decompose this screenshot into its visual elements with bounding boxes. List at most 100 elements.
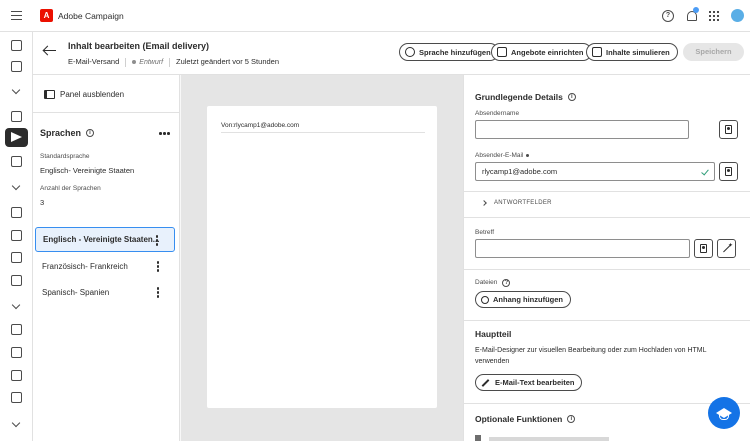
subject-label: Betreff [475,229,495,236]
personalize-button[interactable] [719,162,738,181]
add-attachment-button[interactable]: Anhang hinzufügen [475,291,571,308]
sender-name-input[interactable] [475,120,689,139]
personalize-button[interactable] [694,239,713,258]
inbox-icon[interactable] [9,368,24,383]
top-bar: A Adobe Campaign ? [0,0,750,32]
divider [464,217,750,218]
default-language-label: Standardsprache [40,153,90,160]
workflow-icon[interactable] [9,154,24,169]
personalize-icon [725,167,732,176]
status-badge: Entwurf [139,59,164,66]
page-header: Inhalt bearbeiten (Email delivery) E-Mai… [33,32,750,75]
default-language-value: Englisch- Vereinigte Staaten [40,166,135,175]
bell-icon[interactable] [685,7,699,22]
main-description: E-Mail-Designer zur visuellen Bearbeitun… [475,347,707,365]
rule-icon[interactable] [9,390,24,405]
adobe-logo-icon: A [40,9,53,22]
chevron-right-icon [481,200,487,206]
properties-panel: Grundlegende Details i Absendername Absen… [463,75,750,441]
pencil-icon [481,378,490,387]
info-icon[interactable]: i [567,93,576,101]
chevron-down-icon[interactable] [11,181,21,191]
template-icon[interactable] [9,228,24,243]
chart-icon[interactable] [9,250,24,265]
more-vertical-icon[interactable] [156,261,159,272]
learn-button[interactable] [708,397,740,429]
divider [221,132,425,133]
shield-icon[interactable] [9,273,24,288]
language-count-value: 3 [40,198,45,207]
page-subtitle: E-Mail-Versand Entwurf Zuletzt geändert vo… [68,57,279,67]
divider [464,320,750,321]
status-dot [132,60,137,65]
files-label: Dateien? [475,279,511,287]
offer-icon [497,47,507,57]
notification-dot [693,7,699,13]
last-modified: Zuletzt geändert vor 5 Stunden [176,57,279,66]
send-icon[interactable] [5,128,28,147]
chevron-down-icon[interactable] [11,300,21,310]
simulate-button[interactable]: Inhalte simulieren [586,43,678,61]
globe-icon [405,47,415,57]
edit-email-body-button[interactable]: E-Mail-Text bearbeiten [475,374,583,391]
divider [464,269,750,270]
more-vertical-icon[interactable] [156,287,159,298]
menu-icon[interactable] [11,11,22,20]
required-icon [526,153,530,157]
info-icon[interactable]: ? [502,279,511,287]
offers-button[interactable]: Angebote einrichten [491,43,592,61]
home-icon[interactable] [9,38,24,53]
languages-title: Sprachen i [40,128,95,138]
save-button[interactable]: Speichern [683,43,744,61]
reply-fields-toggle[interactable]: ANTWORTFELDER [481,200,552,206]
sender-name-label: Absendername [475,110,520,117]
sender-email-input[interactable]: rlycamp1@adobe.com [475,162,715,181]
email-preview[interactable]: Von:rlycamp1@adobe.com [207,106,437,408]
personalize-icon [725,125,732,134]
left-rail [0,32,33,441]
basic-details-title: Grundlegende Details i [475,92,576,102]
megaphone-icon[interactable] [9,109,24,124]
info-icon[interactable]: i [86,129,95,137]
attachment-icon [481,295,489,304]
chevron-down-icon[interactable] [11,85,21,95]
personalize-icon [700,244,707,253]
language-item[interactable]: Spanisch- Spanien [35,280,175,305]
users-icon[interactable] [9,345,24,360]
avatar[interactable] [731,9,744,22]
divider [464,191,750,192]
email-preview-canvas: Von:rlycamp1@adobe.com [181,75,463,441]
channel-label: E-Mail-Versand [68,57,120,66]
more-vertical-icon[interactable] [155,235,158,246]
simulate-icon [592,47,602,57]
language-count-label: Anzahl der Sprachen [40,185,101,192]
user-icon[interactable] [9,322,24,337]
ai-assist-button[interactable]: ✦ [717,239,736,258]
optional-features-title: Optionale Funktionen i [475,414,576,424]
search-icon[interactable] [9,59,24,74]
optional-feature-row[interactable] [475,434,635,441]
languages-panel: Panel ausblenden Sprachen i Standardsprac… [33,75,180,441]
chevron-down-icon[interactable] [11,418,21,428]
personalize-button[interactable] [719,120,738,139]
divider [33,112,179,113]
add-language-button[interactable]: Sprache hinzufügen [399,43,499,61]
hide-panel-button[interactable]: Panel ausblenden [44,90,124,99]
more-icon[interactable] [159,132,170,135]
sender-email-label: Absender-E-Mail [475,152,530,159]
from-line: Von:rlycamp1@adobe.com [221,122,300,129]
subject-input[interactable] [475,239,690,258]
check-icon [701,167,709,176]
panel-icon [44,90,55,99]
info-icon[interactable]: i [567,415,576,423]
list-icon[interactable] [9,205,24,220]
language-item[interactable]: Englisch - Vereinigte Staaten... [35,227,175,252]
main-title: Hauptteil [475,329,512,339]
back-arrow-icon[interactable] [43,44,57,58]
help-icon[interactable]: ? [662,10,674,22]
language-item[interactable]: Französisch- Frankreich [35,254,175,279]
page-title: Inhalt bearbeiten (Email delivery) [68,41,210,51]
divider [464,403,750,404]
apps-grid-icon[interactable] [709,11,719,21]
app-title[interactable]: Adobe Campaign [58,11,124,21]
